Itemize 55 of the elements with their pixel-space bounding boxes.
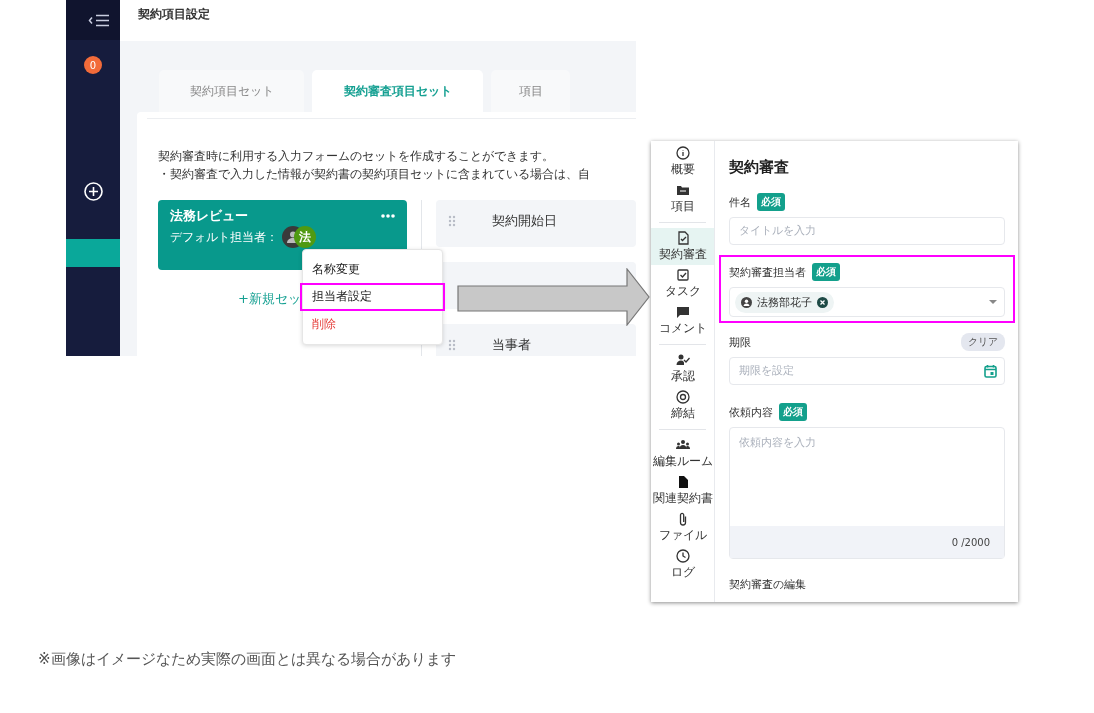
drag-handle-icon[interactable] [448, 339, 456, 351]
drag-handle-icon[interactable] [448, 215, 456, 227]
calendar-icon[interactable] [984, 364, 997, 378]
field-label: 契約審査担当者 [729, 264, 806, 280]
menu-icon[interactable] [88, 13, 110, 27]
document-check-icon [675, 230, 690, 245]
set-title: 法務レビュー [170, 208, 248, 224]
side-tab[interactable]: ログ [651, 546, 714, 583]
side-tab[interactable]: コメント [651, 302, 714, 339]
field-label: 期限 [729, 334, 751, 350]
remove-icon[interactable] [817, 296, 828, 308]
required-badge: 必須 [812, 263, 840, 281]
add-icon[interactable] [83, 182, 103, 201]
required-badge: 必須 [779, 403, 807, 421]
group-icon [675, 437, 690, 452]
field-card[interactable]: 契約開始日 [436, 200, 636, 247]
required-badge: 必須 [757, 193, 785, 211]
user-icon [741, 296, 752, 308]
character-counter: 0 /2000 [951, 536, 990, 548]
side-tab[interactable]: 締結 [651, 387, 714, 424]
tab[interactable]: 契約項目セット [159, 70, 304, 112]
menu-item[interactable]: 担当者設定 [300, 283, 445, 311]
person-check-icon [675, 352, 690, 367]
side-tab[interactable]: ファイル [651, 509, 714, 546]
disclaimer-text: ※画像はイメージなため実際の画面とは異なる場合があります [38, 650, 456, 668]
comment-icon [675, 304, 690, 319]
field-label: 件名 [729, 194, 751, 210]
assignee-label: デフォルト担当者： [170, 228, 278, 246]
info-icon [675, 145, 690, 160]
field-card[interactable]: 当事者 [436, 324, 636, 356]
panel-title: 契約審査 [729, 158, 790, 177]
section-heading: 契約審査の編集 [729, 577, 807, 592]
more-icon[interactable] [381, 214, 395, 218]
field-name: 当事者 [492, 336, 531, 354]
request-textarea[interactable]: 依頼内容を入力 0 /2000 [729, 427, 1005, 559]
assignee-select[interactable]: 法務部花子 [729, 287, 1005, 317]
side-tab[interactable]: 承認 [651, 350, 714, 387]
clock-icon [675, 548, 690, 563]
side-tab[interactable]: 関連契約書 [651, 472, 714, 509]
tab[interactable]: 項目 [491, 70, 570, 112]
side-tab[interactable]: 項目 [651, 180, 714, 217]
description-text: 契約審査時に利用する入力フォームのセットを作成することができます。 [157, 148, 555, 165]
caret-icon[interactable] [989, 300, 997, 304]
field-label: 依頼内容 [729, 404, 773, 420]
side-tab[interactable]: 契約審査 [651, 228, 714, 265]
assignee-chip[interactable]: 法務部花子 [735, 291, 834, 313]
side-tab[interactable]: 編集ルーム [651, 435, 714, 472]
checkbox-icon [675, 267, 690, 282]
field-name: 契約開始日 [492, 212, 557, 230]
side-tab[interactable]: 概要 [651, 143, 714, 180]
clear-button[interactable]: クリア [961, 333, 1005, 351]
description-text: ・契約審査で入力した情報が契約書の契約項目セットに含まれている場合は、自 [157, 166, 591, 183]
user-avatar: 法 [294, 226, 316, 248]
target-icon [675, 389, 690, 404]
side-tab[interactable]: タスク [651, 265, 714, 302]
